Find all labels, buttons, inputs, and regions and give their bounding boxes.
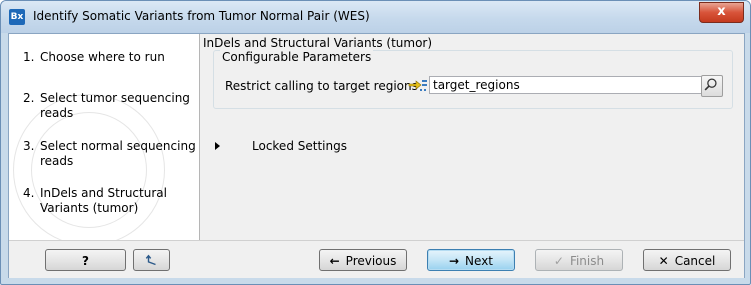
help-button[interactable]: ?: [45, 249, 126, 271]
dialog-footer: ? ← Previous → Next ✓ Finish ✕ Cancel: [9, 240, 744, 278]
expand-arrow-icon: [215, 142, 220, 150]
cancel-button[interactable]: ✕ Cancel: [643, 249, 731, 271]
window-title: Identify Somatic Variants from Tumor Nor…: [33, 9, 370, 23]
locked-settings-label: Locked Settings: [252, 139, 347, 153]
dialog-body: 1. Choose where to run 2. Select tumor s…: [8, 33, 745, 278]
finish-label: Finish: [569, 254, 605, 268]
app-icon: Bx: [9, 9, 25, 25]
step-number: 1.: [23, 50, 35, 64]
configurable-parameters-group: Configurable Parameters Restrict calling…: [213, 50, 733, 109]
step-number: 4.: [23, 186, 35, 200]
step-label: InDels and Structural Variants (tumor): [40, 186, 167, 215]
reset-arrow-icon: [145, 254, 156, 266]
left-arrow-icon: ←: [329, 254, 340, 268]
close-button[interactable]: x: [699, 2, 744, 23]
checkmark-icon: ✓: [553, 254, 564, 268]
previous-label: Previous: [345, 254, 397, 268]
step-label: Select tumor sequencing reads: [40, 91, 190, 120]
target-regions-input[interactable]: [429, 76, 722, 94]
right-arrow-icon: →: [448, 254, 460, 268]
reset-button[interactable]: [133, 249, 170, 271]
next-label: Next: [465, 254, 494, 268]
finish-button[interactable]: ✓ Finish: [535, 249, 623, 271]
group-legend: Configurable Parameters: [220, 50, 374, 65]
target-regions-icon: [408, 80, 427, 91]
step-label: Select normal sequencing reads: [40, 139, 196, 168]
x-icon: ✕: [658, 254, 669, 268]
next-button[interactable]: → Next: [427, 249, 515, 271]
cancel-label: Cancel: [674, 254, 716, 268]
panel-title: InDels and Structural Variants (tumor): [203, 36, 433, 50]
settings-panel: InDels and Structural Variants (tumor) C…: [201, 34, 743, 240]
step-number: 2.: [23, 91, 35, 105]
wizard-steps-panel: 1. Choose where to run 2. Select tumor s…: [9, 34, 200, 246]
browse-button[interactable]: [701, 75, 723, 97]
magnifier-icon: [704, 78, 717, 91]
dialog-window: Bx Identify Somatic Variants from Tumor …: [0, 0, 751, 285]
step-number: 3.: [23, 139, 35, 153]
target-regions-label: Restrict calling to target regions: [225, 79, 418, 93]
previous-button[interactable]: ← Previous: [319, 249, 407, 271]
title-bar[interactable]: Bx Identify Somatic Variants from Tumor …: [1, 1, 750, 33]
step-label: Choose where to run: [40, 50, 165, 64]
